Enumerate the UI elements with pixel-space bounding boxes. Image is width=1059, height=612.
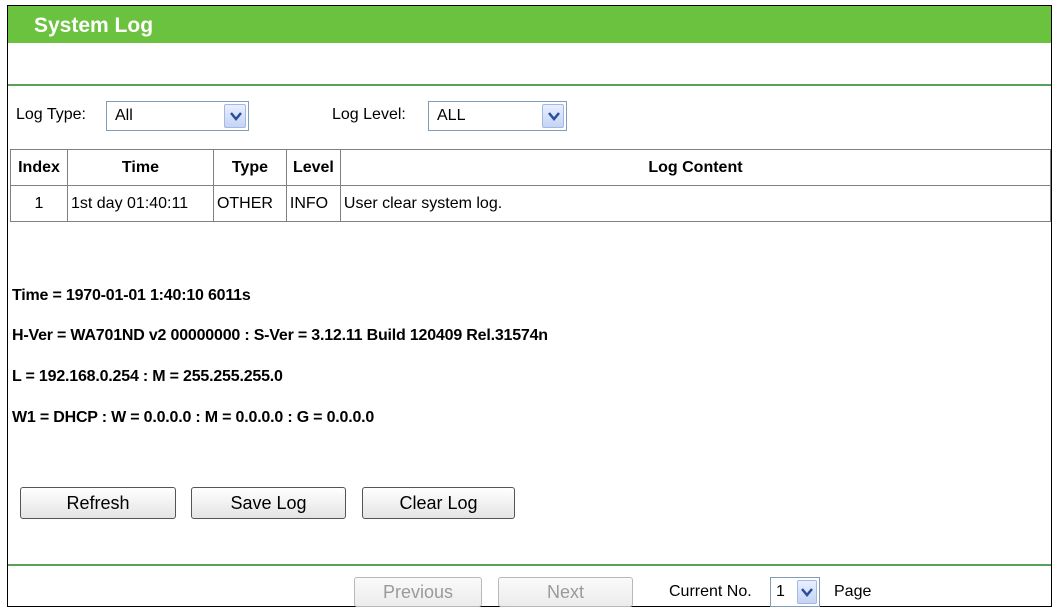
info-time: Time = 1970-01-01 1:40:10 6011s bbox=[12, 287, 251, 304]
table-row: 1 1st day 01:40:11 OTHER INFO User clear… bbox=[10, 185, 1052, 222]
title-bar: System Log bbox=[8, 5, 1051, 43]
header-time: Time bbox=[66, 149, 214, 186]
cell-index: 1 bbox=[10, 185, 68, 222]
header-log-content: Log Content bbox=[339, 149, 1052, 186]
current-page-label: Current No. bbox=[669, 583, 752, 600]
info-lan: L = 192.168.0.254 : M = 255.255.255.0 bbox=[12, 368, 283, 385]
system-log-panel: System Log Log Type: All Log Level: ALL … bbox=[7, 5, 1052, 607]
chevron-down-icon[interactable] bbox=[542, 104, 564, 128]
header-index: Index bbox=[10, 149, 68, 186]
cell-level: INFO bbox=[285, 185, 341, 222]
table-header-row: Index Time Type Level Log Content bbox=[10, 149, 1052, 186]
log-table: Index Time Type Level Log Content 1 1st … bbox=[10, 149, 1052, 222]
cell-log-content: User clear system log. bbox=[339, 185, 1052, 222]
page-title: System Log bbox=[34, 14, 154, 37]
save-log-button[interactable]: Save Log bbox=[191, 487, 346, 519]
log-type-value: All bbox=[115, 107, 133, 124]
refresh-button[interactable]: Refresh bbox=[20, 487, 176, 519]
header-level: Level bbox=[285, 149, 341, 186]
chevron-down-icon[interactable] bbox=[224, 104, 246, 128]
page-label: Page bbox=[834, 583, 872, 600]
cell-type: OTHER bbox=[212, 185, 287, 222]
previous-button[interactable]: Previous bbox=[354, 577, 482, 607]
current-page-value: 1 bbox=[776, 583, 785, 600]
log-type-label: Log Type: bbox=[16, 106, 86, 123]
chevron-down-icon[interactable] bbox=[797, 580, 817, 604]
log-level-select[interactable]: ALL bbox=[428, 101, 567, 131]
top-divider bbox=[8, 84, 1051, 86]
info-wan: W1 = DHCP : W = 0.0.0.0 : M = 0.0.0.0 : … bbox=[12, 409, 375, 426]
log-level-label: Log Level: bbox=[332, 106, 406, 123]
bottom-divider bbox=[8, 564, 1051, 566]
clear-log-button[interactable]: Clear Log bbox=[362, 487, 515, 519]
log-type-select[interactable]: All bbox=[106, 101, 249, 131]
log-level-value: ALL bbox=[437, 107, 466, 124]
current-page-select[interactable]: 1 bbox=[770, 577, 820, 607]
header-type: Type bbox=[212, 149, 287, 186]
next-button[interactable]: Next bbox=[498, 577, 633, 607]
info-hardware-software-version: H-Ver = WA701ND v2 00000000 : S-Ver = 3.… bbox=[12, 327, 548, 344]
cell-time: 1st day 01:40:11 bbox=[66, 185, 214, 222]
